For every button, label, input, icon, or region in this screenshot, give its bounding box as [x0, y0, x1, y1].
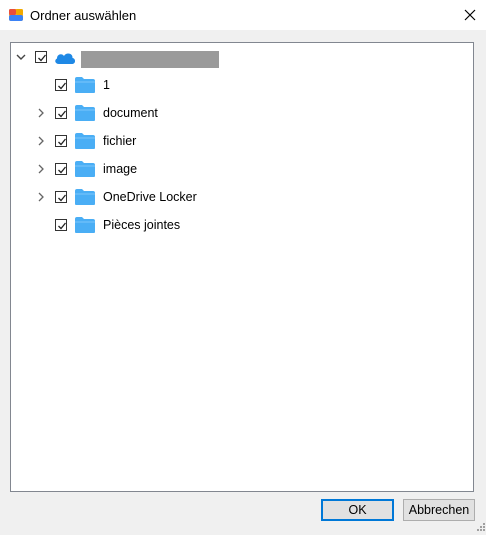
- close-icon: [464, 9, 476, 21]
- item-checkbox[interactable]: [55, 79, 67, 91]
- folder-icon: [74, 188, 96, 206]
- tree-item[interactable]: OneDrive Locker: [11, 187, 473, 209]
- folder-icon: [74, 160, 96, 178]
- folder-tree[interactable]: 1 document fichier image OneDrive Locker…: [10, 42, 474, 492]
- title-bar: Ordner auswählen: [0, 0, 486, 30]
- item-checkbox[interactable]: [55, 191, 67, 203]
- close-button[interactable]: [454, 0, 486, 30]
- item-label: 1: [103, 78, 110, 92]
- item-label: OneDrive Locker: [103, 190, 197, 204]
- chevron-right-icon[interactable]: [35, 107, 47, 119]
- tree-item[interactable]: Pièces jointes: [11, 215, 473, 237]
- tree-item[interactable]: 1: [11, 75, 473, 97]
- chevron-right-icon[interactable]: [35, 163, 47, 175]
- folder-icon: [74, 76, 96, 94]
- folder-icon: [74, 104, 96, 122]
- item-checkbox[interactable]: [55, 135, 67, 147]
- item-label: document: [103, 106, 158, 120]
- item-checkbox[interactable]: [55, 107, 67, 119]
- chevron-right-icon[interactable]: [35, 191, 47, 203]
- folder-icon: [74, 216, 96, 234]
- chevron-down-icon[interactable]: [15, 51, 27, 63]
- ok-button[interactable]: OK: [321, 499, 394, 521]
- item-label: fichier: [103, 134, 137, 148]
- tree-item[interactable]: fichier: [11, 131, 473, 153]
- chevron-right-icon[interactable]: [35, 135, 47, 147]
- folder-icon: [74, 132, 96, 150]
- resize-grip-icon[interactable]: [476, 521, 486, 531]
- tree-item[interactable]: document: [11, 103, 473, 125]
- item-checkbox[interactable]: [55, 219, 67, 231]
- app-icon: [8, 7, 24, 23]
- item-label: Pièces jointes: [103, 218, 181, 232]
- item-checkbox[interactable]: [55, 163, 67, 175]
- cancel-button[interactable]: Abbrechen: [403, 499, 475, 521]
- root-label-redacted: [81, 51, 219, 68]
- root-checkbox[interactable]: [35, 51, 47, 63]
- window-title: Ordner auswählen: [30, 8, 137, 23]
- item-label: image: [103, 162, 138, 176]
- tree-root-node[interactable]: [11, 47, 473, 69]
- cloud-icon: [53, 49, 76, 67]
- tree-item[interactable]: image: [11, 159, 473, 181]
